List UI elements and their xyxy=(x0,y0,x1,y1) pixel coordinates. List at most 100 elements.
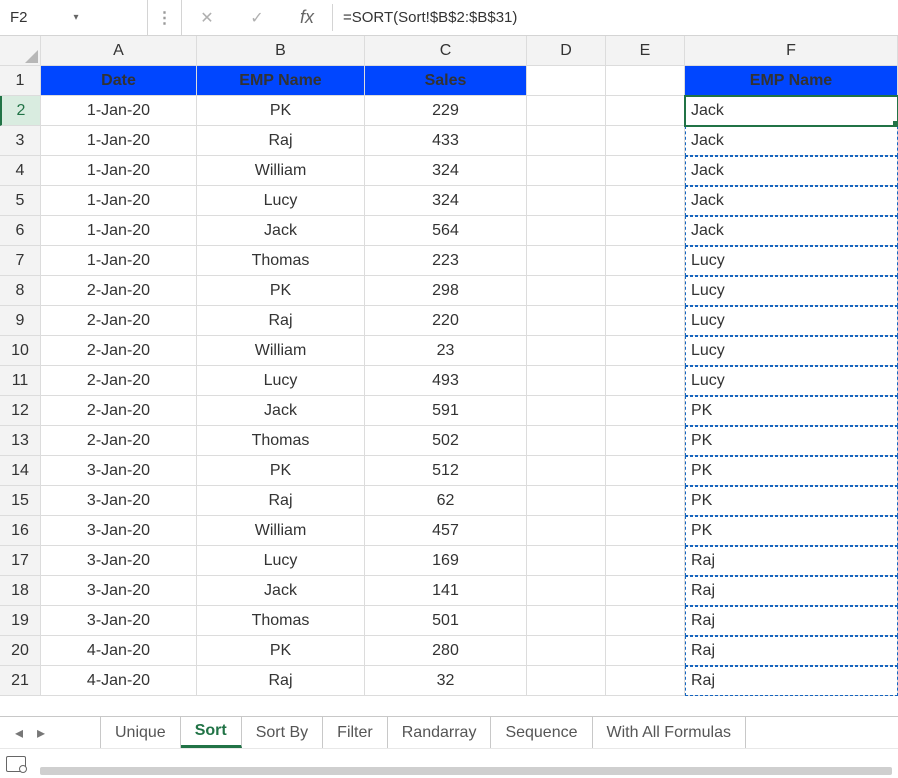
cell-A19[interactable]: 3-Jan-20 xyxy=(41,606,197,636)
cell-B14[interactable]: PK xyxy=(197,456,365,486)
row-header-2[interactable]: 2 xyxy=(0,96,41,126)
cell-F9[interactable]: Lucy xyxy=(685,306,898,336)
cell-F5[interactable]: Jack xyxy=(685,186,898,216)
cell-B12[interactable]: Jack xyxy=(197,396,365,426)
cell-A14[interactable]: 3-Jan-20 xyxy=(41,456,197,486)
cell-F6[interactable]: Jack xyxy=(685,216,898,246)
cell-B8[interactable]: PK xyxy=(197,276,365,306)
cell-B20[interactable]: PK xyxy=(197,636,365,666)
cell-C3[interactable]: 433 xyxy=(365,126,527,156)
cell-D4[interactable] xyxy=(527,156,606,186)
row-header-4[interactable]: 4 xyxy=(0,156,41,186)
cell-E20[interactable] xyxy=(606,636,685,666)
row-header-9[interactable]: 9 xyxy=(0,306,41,336)
cell-D9[interactable] xyxy=(527,306,606,336)
cell-A6[interactable]: 1-Jan-20 xyxy=(41,216,197,246)
cell-C18[interactable]: 141 xyxy=(365,576,527,606)
cell-F15[interactable]: PK xyxy=(685,486,898,516)
cell-C6[interactable]: 564 xyxy=(365,216,527,246)
formula-bar-menu-icon[interactable]: ⋮ xyxy=(148,0,182,35)
status-scrollbar[interactable] xyxy=(40,767,892,775)
sheet-tab-sort-by[interactable]: Sort By xyxy=(242,717,323,748)
cell-A11[interactable]: 2-Jan-20 xyxy=(41,366,197,396)
row-header-8[interactable]: 8 xyxy=(0,276,41,306)
cell-A18[interactable]: 3-Jan-20 xyxy=(41,576,197,606)
cell-E11[interactable] xyxy=(606,366,685,396)
cell-C10[interactable]: 23 xyxy=(365,336,527,366)
cell-C4[interactable]: 324 xyxy=(365,156,527,186)
cell-B7[interactable]: Thomas xyxy=(197,246,365,276)
row-header-15[interactable]: 15 xyxy=(0,486,41,516)
row-header-11[interactable]: 11 xyxy=(0,366,41,396)
name-box[interactable]: F2 ▾ xyxy=(0,0,148,35)
cell-D1[interactable] xyxy=(527,66,606,96)
cell-A8[interactable]: 2-Jan-20 xyxy=(41,276,197,306)
cell-B16[interactable]: William xyxy=(197,516,365,546)
confirm-formula-button[interactable]: ✓ xyxy=(232,0,282,35)
cell-D15[interactable] xyxy=(527,486,606,516)
cell-E17[interactable] xyxy=(606,546,685,576)
cell-D6[interactable] xyxy=(527,216,606,246)
cell-D2[interactable] xyxy=(527,96,606,126)
row-header-6[interactable]: 6 xyxy=(0,216,41,246)
cell-C14[interactable]: 512 xyxy=(365,456,527,486)
cell-D18[interactable] xyxy=(527,576,606,606)
col-header-D[interactable]: D xyxy=(527,36,606,66)
row-header-5[interactable]: 5 xyxy=(0,186,41,216)
cell-F17[interactable]: Raj xyxy=(685,546,898,576)
col-header-A[interactable]: A xyxy=(41,36,197,66)
cell-E13[interactable] xyxy=(606,426,685,456)
cell-B6[interactable]: Jack xyxy=(197,216,365,246)
cell-B2[interactable]: PK xyxy=(197,96,365,126)
cell-F11[interactable]: Lucy xyxy=(685,366,898,396)
cell-F7[interactable]: Lucy xyxy=(685,246,898,276)
cell-F12[interactable]: PK xyxy=(685,396,898,426)
cell-B4[interactable]: William xyxy=(197,156,365,186)
sheet-tab-filter[interactable]: Filter xyxy=(323,717,388,748)
col-header-E[interactable]: E xyxy=(606,36,685,66)
sheet-tab-randarray[interactable]: Randarray xyxy=(388,717,492,748)
cell-B19[interactable]: Thomas xyxy=(197,606,365,636)
cell-F4[interactable]: Jack xyxy=(685,156,898,186)
cell-E16[interactable] xyxy=(606,516,685,546)
row-header-13[interactable]: 13 xyxy=(0,426,41,456)
cell-C11[interactable]: 493 xyxy=(365,366,527,396)
cell-A17[interactable]: 3-Jan-20 xyxy=(41,546,197,576)
cell-A5[interactable]: 1-Jan-20 xyxy=(41,186,197,216)
cell-A7[interactable]: 1-Jan-20 xyxy=(41,246,197,276)
cell-B13[interactable]: Thomas xyxy=(197,426,365,456)
cell-A12[interactable]: 2-Jan-20 xyxy=(41,396,197,426)
select-all-corner[interactable] xyxy=(0,36,41,66)
insert-function-button[interactable]: fx xyxy=(282,0,332,35)
sheet-tab-with-all-formulas[interactable]: With All Formulas xyxy=(593,717,746,748)
formula-input[interactable]: =SORT(Sort!$B$2:$B$31) xyxy=(333,0,898,35)
cell-A15[interactable]: 3-Jan-20 xyxy=(41,486,197,516)
cell-D8[interactable] xyxy=(527,276,606,306)
cell-A13[interactable]: 2-Jan-20 xyxy=(41,426,197,456)
cell-E1[interactable] xyxy=(606,66,685,96)
cell-D16[interactable] xyxy=(527,516,606,546)
cell-D17[interactable] xyxy=(527,546,606,576)
sheet-tab-sequence[interactable]: Sequence xyxy=(491,717,592,748)
sheet-tab-unique[interactable]: Unique xyxy=(100,717,181,748)
cell-D10[interactable] xyxy=(527,336,606,366)
col-header-C[interactable]: C xyxy=(365,36,527,66)
cell-C2[interactable]: 229 xyxy=(365,96,527,126)
cell-C9[interactable]: 220 xyxy=(365,306,527,336)
col-header-B[interactable]: B xyxy=(197,36,365,66)
cell-E21[interactable] xyxy=(606,666,685,696)
spreadsheet-grid[interactable]: ABCDEF1DateEMP NameSalesEMP Name21-Jan-2… xyxy=(0,36,898,696)
cell-F19[interactable]: Raj xyxy=(685,606,898,636)
cell-E8[interactable] xyxy=(606,276,685,306)
cell-C5[interactable]: 324 xyxy=(365,186,527,216)
cell-B21[interactable]: Raj xyxy=(197,666,365,696)
cell-E3[interactable] xyxy=(606,126,685,156)
cell-E14[interactable] xyxy=(606,456,685,486)
cell-D20[interactable] xyxy=(527,636,606,666)
cell-C16[interactable]: 457 xyxy=(365,516,527,546)
cell-D12[interactable] xyxy=(527,396,606,426)
cell-C8[interactable]: 298 xyxy=(365,276,527,306)
cell-D13[interactable] xyxy=(527,426,606,456)
cell-E19[interactable] xyxy=(606,606,685,636)
row-header-7[interactable]: 7 xyxy=(0,246,41,276)
